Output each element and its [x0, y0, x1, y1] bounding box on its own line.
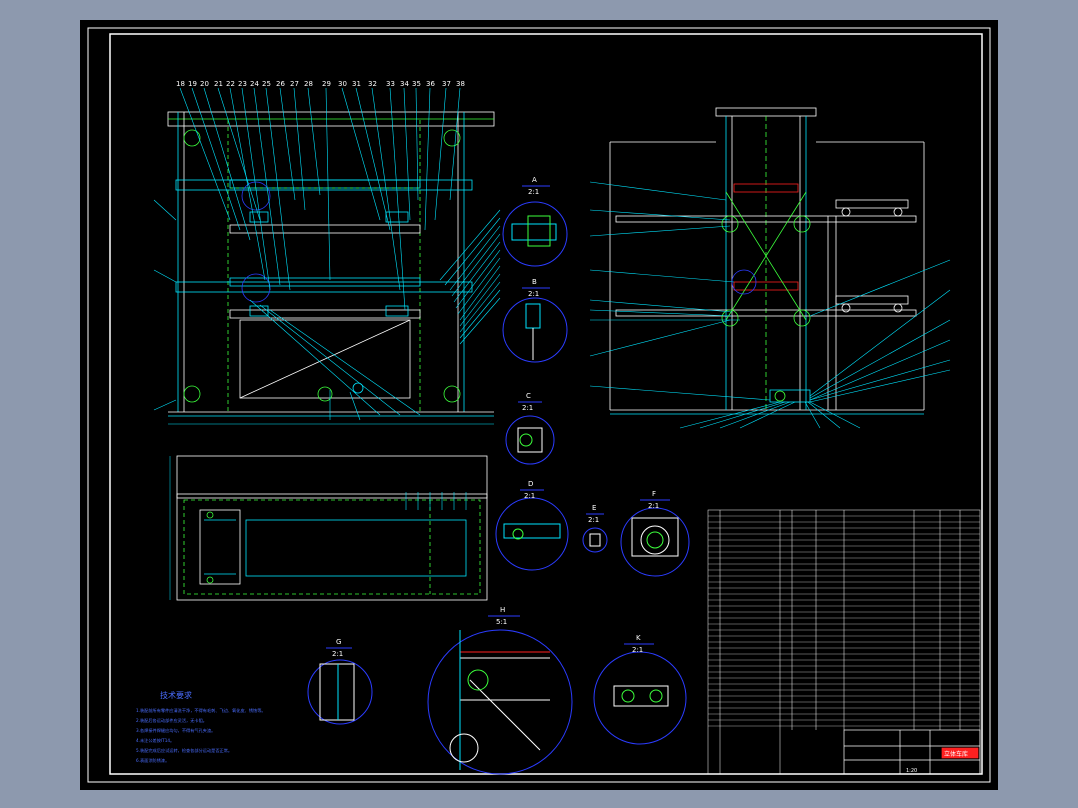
svg-text:34: 34 [400, 80, 409, 88]
tech-requirements-title: 技术要求 [160, 690, 192, 700]
detail-c-scale: 2:1 [522, 404, 533, 412]
tech-line-4: 4.未注公差按IT14。 [136, 737, 174, 744]
svg-text:32: 32 [368, 80, 377, 88]
detail-d-label: D [528, 480, 533, 488]
svg-text:29: 29 [322, 80, 331, 88]
svg-text:20: 20 [200, 80, 209, 88]
front-view-balloons: 18 19 20 21 22 23 24 25 26 27 28 29 30 31 32 33 34 3… [176, 80, 465, 88]
svg-text:18: 18 [176, 80, 185, 88]
svg-text:24: 24 [250, 80, 259, 88]
detail-g [307, 647, 373, 725]
svg-text:19: 19 [188, 80, 197, 88]
top-view [169, 455, 488, 601]
detail-f-label: F [652, 490, 656, 498]
top-view-leaders [405, 492, 467, 510]
detail-a-label: A [532, 176, 537, 184]
detail-k [593, 643, 687, 745]
tech-line-6: 6.表面涂防锈漆。 [136, 757, 169, 764]
svg-text:30: 30 [338, 80, 347, 88]
svg-text:22: 22 [226, 80, 235, 88]
svg-text:26: 26 [276, 80, 285, 88]
svg-text:37: 37 [442, 80, 451, 88]
front-view-leaders [153, 87, 501, 421]
detail-e-scale: 2:1 [588, 516, 599, 524]
detail-k-scale: 2:1 [632, 646, 643, 654]
detail-b-label: B [532, 278, 537, 286]
drawing-scale: 1:20 [906, 768, 917, 774]
cad-viewport[interactable]: 18 19 20 21 22 23 24 25 26 27 28 29 30 31 32 33 34 3… [80, 20, 998, 790]
tech-requirements: 技术要求 1.装配前所有零件应清洗干净，不得有毛刺、飞边、氧化皮、锈蚀等。 2.… [136, 690, 266, 764]
title-block-text: 立体车库 1:20 [906, 750, 968, 774]
tech-line-5: 5.装配完成后应试运转，检查各部分运动是否正常。 [136, 747, 232, 754]
drawing-name: 立体车库 [944, 750, 968, 758]
svg-text:35: 35 [412, 80, 421, 88]
drawing-border [87, 27, 991, 783]
detail-g-scale: 2:1 [332, 650, 343, 658]
detail-b-scale: 2:1 [528, 290, 539, 298]
svg-text:33: 33 [386, 80, 395, 88]
detail-d-scale: 2:1 [524, 492, 535, 500]
tech-line-1: 1.装配前所有零件应清洗干净，不得有毛刺、飞边、氧化皮、锈蚀等。 [136, 707, 266, 714]
svg-text:28: 28 [304, 80, 313, 88]
svg-text:21: 21 [214, 80, 223, 88]
detail-h-scale: 5:1 [496, 618, 507, 626]
svg-text:31: 31 [352, 80, 361, 88]
detail-k-label: K [636, 634, 641, 642]
detail-c-label: C [526, 392, 531, 400]
detail-g-label: G [336, 638, 341, 646]
detail-a-scale: 2:1 [528, 188, 539, 196]
front-view [167, 111, 495, 425]
svg-text:23: 23 [238, 80, 247, 88]
svg-text:36: 36 [426, 80, 435, 88]
detail-a [502, 185, 568, 267]
detail-b [502, 287, 568, 363]
tech-line-3: 3.各焊接件焊缝应均匀，不得有气孔夹渣。 [136, 727, 215, 734]
detail-f-scale: 2:1 [648, 502, 659, 510]
tech-line-2: 2.装配后各运动部件应灵活，无卡阻。 [136, 717, 207, 724]
svg-text:27: 27 [290, 80, 299, 88]
side-view [609, 107, 925, 415]
detail-d [495, 489, 569, 571]
svg-text:38: 38 [456, 80, 465, 88]
detail-h-label: H [500, 606, 505, 614]
detail-h [427, 615, 573, 775]
detail-f [620, 499, 690, 577]
detail-e-label: E [592, 504, 596, 512]
svg-text:25: 25 [262, 80, 271, 88]
cad-drawing: 18 19 20 21 22 23 24 25 26 27 28 29 30 31 32 33 34 3… [87, 27, 991, 783]
